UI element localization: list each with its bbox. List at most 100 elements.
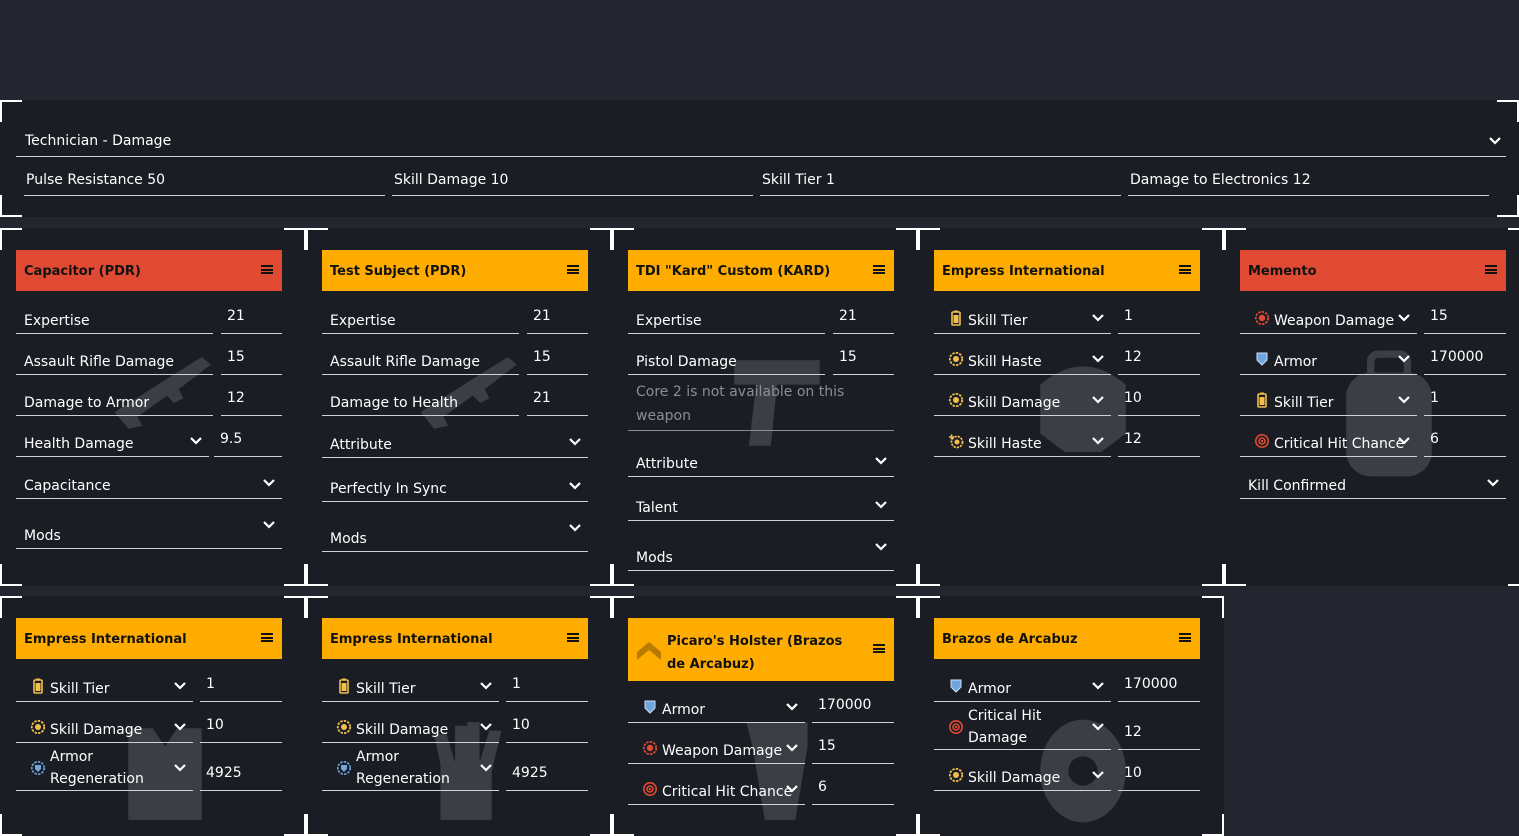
card-header[interactable]: Empress International: [322, 618, 588, 659]
attribute-value-input[interactable]: 1: [1424, 376, 1506, 416]
talent-select[interactable]: Perfectly In Sync: [322, 461, 588, 502]
attribute-value-input[interactable]: 15: [812, 724, 894, 764]
attribute-value-input[interactable]: 21: [221, 294, 282, 334]
attribute-select: Assault Rifle Damage: [16, 335, 213, 375]
build-stat-field[interactable]: Skill Tier 1: [760, 168, 1121, 196]
attribute-value-input[interactable]: 10: [200, 703, 282, 743]
attribute-value-input[interactable]: 6: [812, 765, 894, 805]
attribute-value-input[interactable]: 15: [1424, 294, 1506, 334]
chevron-down-icon: [479, 720, 493, 734]
attribute-select[interactable]: Health Damage: [16, 417, 209, 457]
attribute-select[interactable]: Critical Hit Chance: [628, 765, 805, 805]
menu-icon[interactable]: [567, 265, 579, 274]
gear-card: Test Subject (PDR) Expertise 21 Assault Rif…: [306, 228, 612, 586]
card-header[interactable]: Empress International: [934, 250, 1200, 291]
attribute-value-input[interactable]: 1: [1118, 294, 1200, 334]
attribute-select[interactable]: Skill Damage: [934, 751, 1111, 791]
attribute-value-input[interactable]: 9.5: [214, 417, 282, 457]
attribute-select[interactable]: Skill Tier: [322, 662, 499, 702]
select-value: Attribute: [636, 456, 698, 472]
attribute-value-input[interactable]: 6: [1424, 417, 1506, 457]
attribute-select[interactable]: Weapon Damage: [1240, 294, 1417, 334]
chevron-down-icon: [874, 454, 888, 468]
attribute-value-input[interactable]: 1: [200, 662, 282, 702]
attribute-select[interactable]: Skill Haste: [934, 417, 1111, 457]
attribute-value-input[interactable]: 12: [221, 376, 282, 416]
attribute-select[interactable]: Armor Regeneration: [16, 744, 193, 791]
talent-select[interactable]: Mods: [16, 502, 282, 549]
attribute-value-input[interactable]: 15: [221, 335, 282, 375]
attribute-value: 21: [227, 308, 245, 324]
attribute-value-input[interactable]: 10: [1118, 376, 1200, 416]
attribute-value-input[interactable]: 4925: [200, 744, 282, 791]
attribute-value-input[interactable]: 12: [1118, 703, 1200, 750]
attribute-value-input[interactable]: 15: [833, 335, 894, 375]
build-type-select[interactable]: Technician - Damage: [16, 128, 1506, 157]
attribute-value-input[interactable]: 1: [506, 662, 588, 702]
attribute-value-input[interactable]: 21: [527, 294, 588, 334]
card-header[interactable]: Test Subject (PDR): [322, 250, 588, 291]
menu-icon[interactable]: [1179, 633, 1191, 642]
attribute-value-input[interactable]: 4925: [506, 744, 588, 791]
attribute-value-input[interactable]: 10: [1118, 751, 1200, 791]
card-title: TDI "Kard" Custom (KARD): [636, 264, 831, 279]
menu-icon[interactable]: [1179, 265, 1191, 274]
attribute-select[interactable]: Skill Damage: [934, 376, 1111, 416]
talent-select[interactable]: Attribute: [628, 436, 894, 477]
talent-select[interactable]: Attribute: [322, 417, 588, 458]
attribute-select[interactable]: Skill Tier: [934, 294, 1111, 334]
attribute-select[interactable]: Armor: [934, 662, 1111, 702]
attribute-select[interactable]: Armor Regeneration: [322, 744, 499, 791]
menu-icon[interactable]: [567, 633, 579, 642]
attribute-value: 12: [1124, 349, 1142, 365]
card-header[interactable]: Picaro's Holster (Brazos de Arcabuz): [628, 618, 894, 681]
talent-select[interactable]: Mods: [628, 524, 894, 571]
card-header[interactable]: Capacitor (PDR): [16, 250, 282, 291]
talent-select[interactable]: Capacitance: [16, 458, 282, 499]
talent-select[interactable]: Talent: [628, 480, 894, 521]
attribute-select[interactable]: Skill Damage: [322, 703, 499, 743]
talent-select[interactable]: Mods: [322, 505, 588, 552]
attribute-value-input[interactable]: 21: [527, 376, 588, 416]
card-header[interactable]: Brazos de Arcabuz: [934, 618, 1200, 659]
attribute-select[interactable]: Skill Tier: [1240, 376, 1417, 416]
menu-icon[interactable]: [1485, 265, 1497, 274]
card-header[interactable]: Empress International: [16, 618, 282, 659]
attribute-value-input[interactable]: 170000: [1118, 662, 1200, 702]
chevron-down-icon: [1397, 311, 1411, 325]
attribute-select[interactable]: Skill Tier: [16, 662, 193, 702]
attribute-select[interactable]: Armor: [628, 683, 805, 723]
attribute-value-input[interactable]: 12: [1118, 417, 1200, 457]
attribute-value-input[interactable]: 10: [506, 703, 588, 743]
build-stat-field[interactable]: Skill Damage 10: [392, 168, 753, 196]
battery-icon: [1254, 392, 1270, 408]
attribute-select[interactable]: Weapon Damage: [628, 724, 805, 764]
card-header[interactable]: TDI "Kard" Custom (KARD): [628, 250, 894, 291]
attribute-select[interactable]: Armor: [1240, 335, 1417, 375]
attribute-value-input[interactable]: 170000: [812, 683, 894, 723]
menu-icon[interactable]: [873, 265, 885, 274]
attribute-value-input[interactable]: 15: [527, 335, 588, 375]
attribute-label: Armor Regeneration: [356, 749, 450, 787]
attribute-select: Expertise: [628, 294, 825, 334]
menu-icon[interactable]: [873, 644, 885, 653]
battery-icon: [336, 678, 352, 694]
attribute-select[interactable]: Critical Hit Damage: [934, 703, 1111, 750]
attribute-select[interactable]: Critical Hit Chance: [1240, 417, 1417, 457]
attribute-select[interactable]: Skill Damage: [16, 703, 193, 743]
attribute-value: 21: [533, 390, 551, 406]
attribute-value-input[interactable]: 21: [833, 294, 894, 334]
attribute-value-input[interactable]: 170000: [1424, 335, 1506, 375]
attribute-value-input[interactable]: 12: [1118, 335, 1200, 375]
talent-select[interactable]: Kill Confirmed: [1240, 458, 1506, 499]
card-header[interactable]: Memento: [1240, 250, 1506, 291]
attribute-label: Damage to Armor: [24, 395, 150, 411]
build-stat-field[interactable]: Pulse Resistance 50: [24, 168, 385, 196]
menu-icon[interactable]: [261, 265, 273, 274]
select-value: Capacitance: [24, 478, 111, 494]
build-stat-field[interactable]: Damage to Electronics 12: [1128, 168, 1489, 196]
menu-icon[interactable]: [261, 633, 273, 642]
attribute-label: Skill Damage: [50, 722, 143, 738]
attribute-select[interactable]: Skill Haste: [934, 335, 1111, 375]
card-title: Test Subject (PDR): [330, 264, 467, 279]
